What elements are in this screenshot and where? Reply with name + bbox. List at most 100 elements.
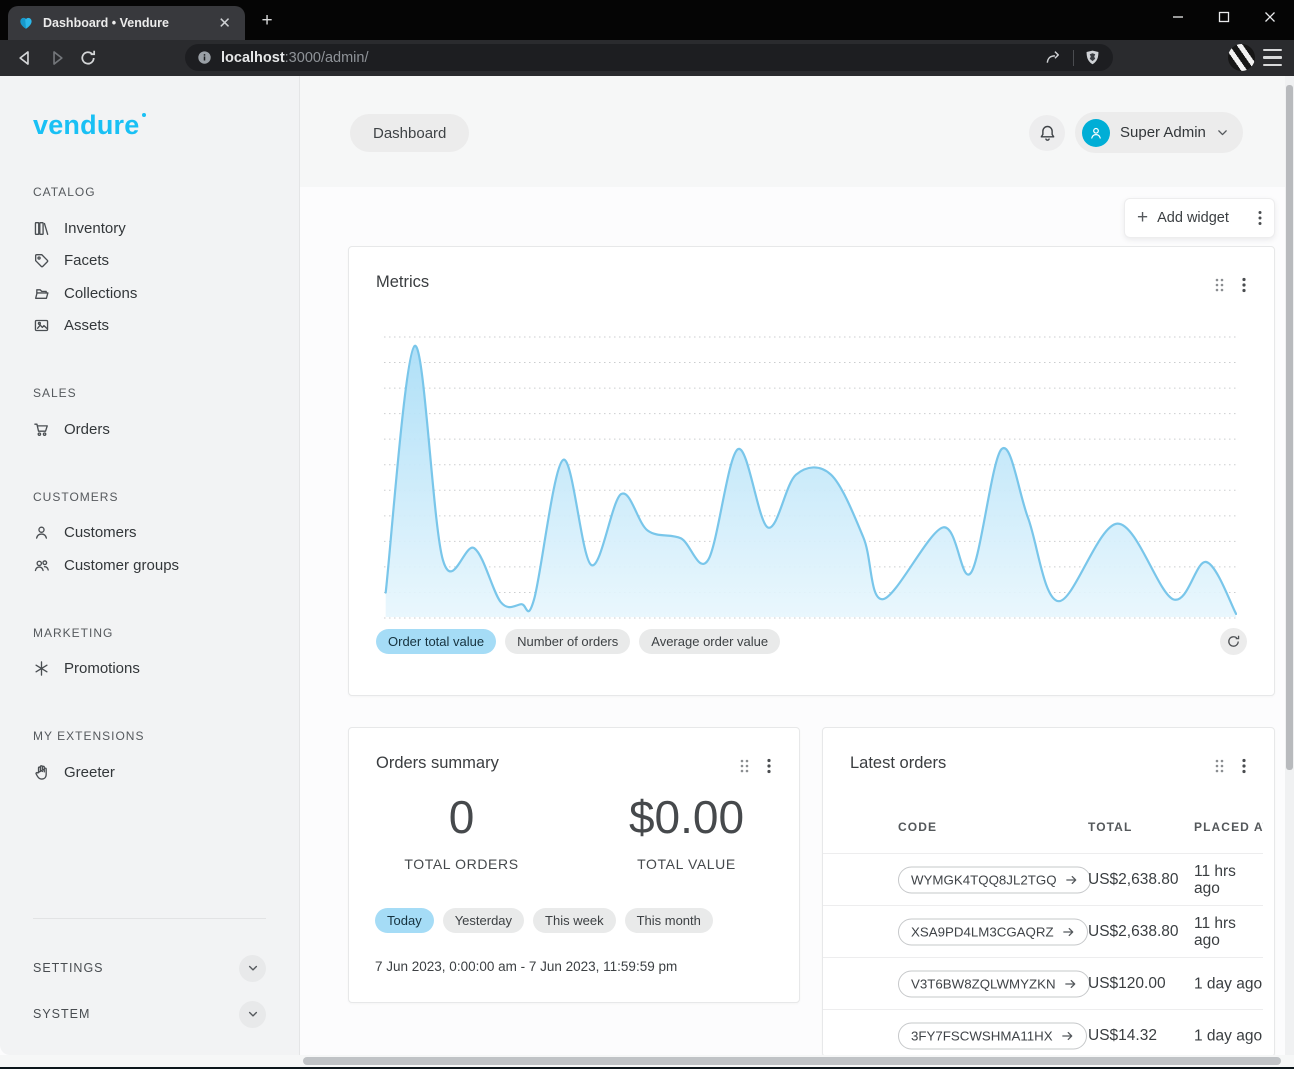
drag-handle-icon[interactable] xyxy=(1214,277,1225,293)
sidebar-item-promotions[interactable]: Promotions xyxy=(33,653,266,686)
profile-avatar[interactable] xyxy=(1228,44,1255,71)
metrics-title: Metrics xyxy=(376,273,429,292)
customers-icon xyxy=(33,524,50,541)
user-menu-button[interactable]: Super Admin xyxy=(1075,112,1243,153)
refresh-button[interactable] xyxy=(1220,628,1247,655)
drag-handle-icon[interactable] xyxy=(1214,758,1225,774)
inventory-icon xyxy=(33,220,50,237)
notifications-button[interactable] xyxy=(1029,115,1065,151)
sidebar-item-inventory[interactable]: Inventory xyxy=(33,212,266,245)
vertical-scrollbar-thumb[interactable] xyxy=(1286,85,1293,770)
browser-titlebar: Dashboard • Vendure ✕ + xyxy=(0,0,1294,40)
add-widget-button[interactable]: + Add widget xyxy=(1124,198,1275,238)
menu-icon[interactable] xyxy=(1263,49,1282,66)
total-orders-stat: 0 TOTAL ORDERS xyxy=(349,790,574,872)
kebab-menu-icon[interactable] xyxy=(1242,758,1246,774)
breadcrumb[interactable]: Dashboard xyxy=(350,114,469,152)
user-avatar xyxy=(1082,119,1110,147)
kebab-menu-icon[interactable] xyxy=(767,758,771,774)
order-placed-at: 11 hrsago xyxy=(1194,915,1236,949)
latest-orders-header-row: CODE TOTAL PLACED AT xyxy=(823,816,1263,853)
brave-shield-icon[interactable] xyxy=(1084,49,1101,67)
sidebar: vendure CATALOGInventoryFacetsCollection… xyxy=(0,76,300,1055)
sidebar-item-customers[interactable]: Customers xyxy=(33,517,266,550)
latest-orders-widget: Latest orders CODE TOTAL PLACED AT WYMGK4T… xyxy=(822,727,1275,1057)
order-row: XSA9PD4LM3CGAQRZUS$2,638.80 11 hrsago xyxy=(823,905,1263,957)
back-button[interactable] xyxy=(14,45,36,71)
sidebar-item-collections[interactable]: Collections xyxy=(33,277,266,310)
column-header-placed-at: PLACED AT xyxy=(1194,820,1263,834)
horizontal-scrollbar-thumb[interactable] xyxy=(303,1057,1281,1065)
period-chip-today[interactable]: Today xyxy=(375,908,434,933)
arrow-right-icon xyxy=(1065,873,1078,886)
greeter-icon xyxy=(33,764,50,781)
metric-tab-average-order-value[interactable]: Average order value xyxy=(639,629,780,654)
bell-icon xyxy=(1038,124,1057,143)
total-orders-value: 0 xyxy=(349,790,574,844)
chevron-down-icon[interactable] xyxy=(239,955,266,982)
sidebar-item-facets[interactable]: Facets xyxy=(33,245,266,278)
period-chip-this-week[interactable]: This week xyxy=(533,908,616,933)
order-total: US$2,638.80 xyxy=(1088,923,1179,941)
drag-handle-icon[interactable] xyxy=(739,758,750,774)
sidebar-section-marketing: MARKETING xyxy=(33,626,266,640)
period-chip-yesterday[interactable]: Yesterday xyxy=(443,908,524,933)
latest-orders-title: Latest orders xyxy=(850,754,946,773)
order-placed-at: 1 day ago xyxy=(1194,1027,1262,1044)
order-row: 3FY7FSCWSHMA11HXUS$14.32 1 day ago xyxy=(823,1009,1263,1057)
sidebar-item-greeter[interactable]: Greeter xyxy=(33,756,266,789)
reload-button[interactable] xyxy=(77,45,99,71)
total-orders-label: TOTAL ORDERS xyxy=(349,856,574,872)
arrow-right-icon xyxy=(1064,977,1077,990)
address-bar[interactable]: localhost:3000/admin/ xyxy=(185,44,1113,71)
sidebar-section-system-toggle[interactable]: SYSTEM xyxy=(33,991,266,1037)
order-code-link[interactable]: WYMGK4TQQ8JL2TGQ xyxy=(898,866,1091,893)
forward-button[interactable] xyxy=(46,45,68,71)
site-info-icon[interactable] xyxy=(197,50,212,65)
url-text: localhost:3000/admin/ xyxy=(221,50,369,66)
window-minimize-button[interactable] xyxy=(1158,4,1198,30)
metric-tab-number-of-orders[interactable]: Number of orders xyxy=(505,629,630,654)
window-maximize-button[interactable] xyxy=(1204,4,1244,30)
sidebar-item-customer-groups[interactable]: Customer groups xyxy=(33,549,266,582)
sidebar-item-orders[interactable]: Orders xyxy=(33,413,266,446)
order-total: US$14.32 xyxy=(1088,1027,1157,1045)
chevron-down-icon xyxy=(1216,126,1229,139)
arrow-right-icon xyxy=(1061,1029,1074,1042)
metric-tab-order-total-value[interactable]: Order total value xyxy=(376,629,496,654)
toolbar-separator xyxy=(1073,50,1074,66)
date-range-text: 7 Jun 2023, 0:00:00 am - 7 Jun 2023, 11:… xyxy=(375,959,677,974)
share-icon[interactable] xyxy=(1044,48,1063,67)
arrow-right-icon xyxy=(1062,925,1075,938)
kebab-menu-icon[interactable] xyxy=(1258,210,1262,226)
sidebar-item-assets[interactable]: Assets xyxy=(33,310,266,343)
tab-close-icon[interactable]: ✕ xyxy=(214,14,235,33)
chevron-down-icon[interactable] xyxy=(239,1001,266,1028)
period-chip-this-month[interactable]: This month xyxy=(625,908,713,933)
order-placed-at: 11 hrsago xyxy=(1194,863,1236,897)
collections-icon xyxy=(33,285,50,302)
order-total: US$2,638.80 xyxy=(1088,871,1179,889)
customer-groups-icon xyxy=(33,557,50,574)
total-value-stat: $0.00 TOTAL VALUE xyxy=(574,790,799,872)
kebab-menu-icon[interactable] xyxy=(1242,277,1246,293)
url-host: localhost xyxy=(221,50,285,66)
column-header-total: TOTAL xyxy=(1088,820,1132,834)
window-close-button[interactable] xyxy=(1250,4,1290,30)
order-code-link[interactable]: 3FY7FSCWSHMA11HX xyxy=(898,1022,1087,1049)
url-path: :3000/admin/ xyxy=(285,50,369,66)
order-code-link[interactable]: XSA9PD4LM3CGAQRZ xyxy=(898,918,1088,945)
browser-window: Dashboard • Vendure ✕ + localhost:3000/a… xyxy=(0,0,1294,1069)
total-value-label: TOTAL VALUE xyxy=(574,856,799,872)
vendure-favicon-icon xyxy=(18,15,34,31)
user-icon xyxy=(1088,125,1104,141)
column-header-code: CODE xyxy=(898,820,937,834)
tab-title: Dashboard • Vendure xyxy=(43,16,205,30)
browser-tab[interactable]: Dashboard • Vendure ✕ xyxy=(8,6,245,40)
order-total: US$120.00 xyxy=(1088,975,1166,993)
order-code-link[interactable]: V3T6BW8ZQLWMYZKN xyxy=(898,970,1090,997)
sidebar-section-settings-toggle[interactable]: SETTINGS xyxy=(33,945,266,991)
new-tab-button[interactable]: + xyxy=(256,10,278,32)
vendure-logo: vendure xyxy=(33,110,139,141)
orders-summary-widget: Orders summary 0 TOTAL ORDERS $0.00 TOTA… xyxy=(348,727,800,1003)
